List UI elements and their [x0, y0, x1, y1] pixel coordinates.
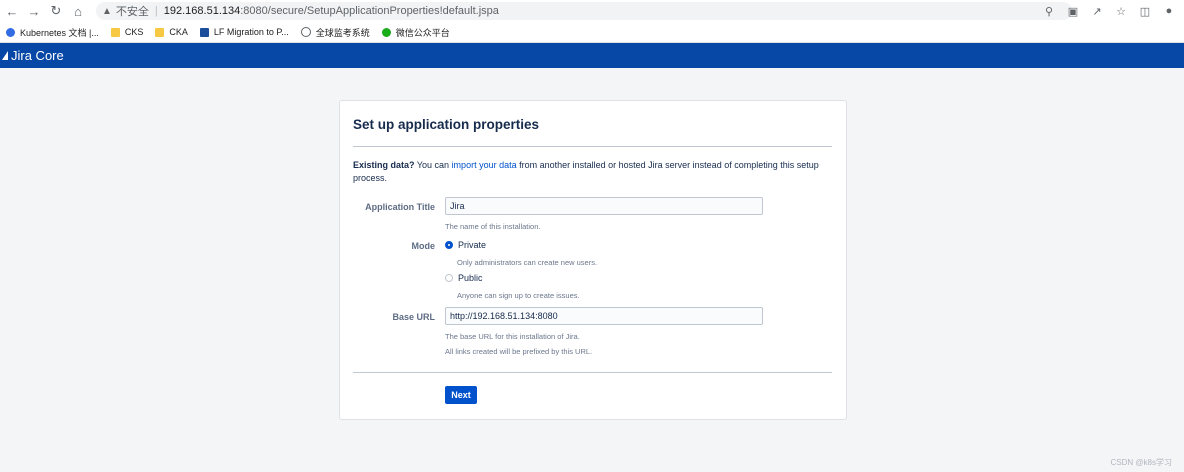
title-divider [353, 146, 832, 147]
warning-icon[interactable]: ▲ [102, 6, 112, 17]
reload-icon[interactable]: ↻ [46, 1, 66, 21]
browser-address-bar: ← → ↻ ⌂ ▲ 不安全 | 192.168.51.134:8080/secu… [0, 0, 1184, 22]
bookmark-label: CKA [169, 27, 188, 37]
kubernetes-icon [6, 27, 15, 37]
watermark: CSDN @k8s学习 [1110, 458, 1172, 467]
bookmark-label: Kubernetes 文档 |... [20, 27, 99, 38]
translate-icon[interactable]: ▣ [1064, 2, 1082, 20]
mode-label: Mode [411, 241, 436, 251]
jira-logo[interactable]: Jira Core [2, 48, 64, 63]
bookmark-label: LF Migration to P... [213, 27, 289, 37]
profile-icon[interactable]: ● [1160, 2, 1178, 20]
base-url-hint: The base URL for this installation of Ji… [445, 332, 580, 341]
private-hint: Only administrators can create new users… [457, 258, 598, 267]
bookmark-global-proctor[interactable]: 全球监考系统 [300, 26, 370, 39]
star-icon[interactable]: ☆ [1112, 2, 1130, 20]
wechat-icon [381, 27, 391, 37]
url-path: :8080/secure/SetupApplicationProperties!… [240, 5, 499, 17]
bookmark-wechat[interactable]: 微信公众平台 [381, 26, 450, 39]
base-url-label: Base URL [392, 312, 435, 322]
url-field[interactable]: ▲ 不安全 | 192.168.51.134:8080/secure/Setup… [96, 2, 1072, 20]
home-icon[interactable]: ⌂ [68, 1, 88, 21]
import-data-link[interactable]: import your data [452, 160, 517, 170]
url-host: 192.168.51.134 [163, 5, 241, 17]
lf-icon [199, 27, 209, 37]
bookmark-kubernetes[interactable]: Kubernetes 文档 |... [6, 26, 99, 39]
share-icon[interactable]: ↗ [1088, 2, 1106, 20]
intro-bold: Existing data? [353, 160, 415, 170]
sidebar-toggle-icon[interactable]: ◫ [1136, 2, 1154, 20]
intro-pre: You can [414, 160, 452, 170]
public-radio[interactable] [445, 274, 453, 282]
next-button[interactable]: Next [445, 386, 477, 404]
public-hint: Anyone can sign up to create issues. [457, 291, 580, 300]
url-separator: | [154, 5, 158, 17]
zoom-search-icon[interactable]: ⚲ [1040, 2, 1058, 20]
jira-logo-icon [2, 51, 8, 60]
bookmark-cks[interactable]: CKS [110, 27, 144, 37]
mode-private-option[interactable]: Private [445, 240, 486, 250]
existing-data-notice: Existing data? You can import your data … [353, 159, 823, 185]
back-arrow-icon[interactable]: ← [2, 1, 22, 21]
private-radio[interactable] [445, 241, 453, 249]
app-title-input[interactable]: Jira [445, 197, 763, 215]
private-radio-label: Private [458, 240, 487, 250]
jira-header: Jira Core [0, 43, 1184, 68]
setup-card: Set up application properties Existing d… [339, 100, 847, 420]
bookmark-cka[interactable]: CKA [155, 27, 188, 37]
browser-toolbar-actions: ⚲ ▣ ↗ ☆ ◫ ● [1040, 2, 1178, 20]
app-title-hint: The name of this installation. [445, 222, 541, 231]
bookmarks-bar: Kubernetes 文档 |... CKS CKA LF Migration … [0, 22, 1184, 43]
globe-icon [300, 27, 311, 37]
page-title: Set up application properties [353, 117, 540, 132]
bookmark-label: 全球监考系统 [315, 27, 370, 38]
forward-arrow-icon[interactable]: → [24, 1, 44, 21]
base-url-prefix-hint: All links created will be prefixed by th… [445, 347, 593, 356]
insecure-label: 不安全 [115, 6, 149, 18]
app-title-label: Application Title [365, 202, 435, 212]
product-name: Jira Core [11, 48, 64, 63]
public-radio-label: Public [458, 273, 483, 283]
mode-public-option[interactable]: Public [445, 273, 483, 283]
actions-divider [353, 372, 832, 373]
folder-icon [155, 27, 165, 37]
bookmark-lf-migration[interactable]: LF Migration to P... [199, 27, 289, 37]
bookmark-label: 微信公众平台 [395, 27, 450, 38]
bookmark-label: CKS [124, 27, 144, 37]
folder-icon [110, 27, 120, 37]
base-url-input[interactable]: http://192.168.51.134:8080 [445, 307, 763, 325]
